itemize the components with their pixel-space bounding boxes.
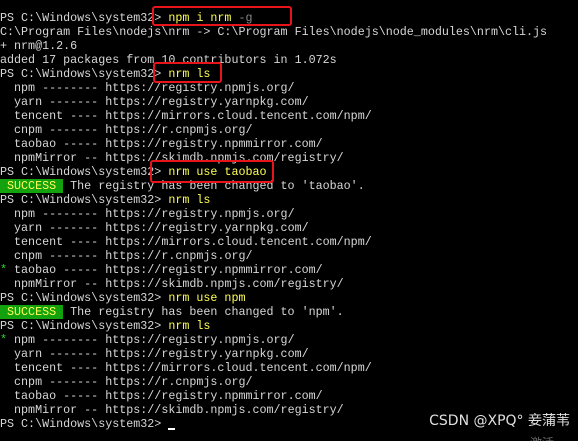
prompt: PS C:\Windows\system32>: [0, 417, 169, 431]
registry-row: taobao ----- https://registry.npmmirror.…: [0, 137, 323, 151]
terminal-window[interactable]: PS C:\Windows\system32> npm i nrm -g C:\…: [0, 0, 578, 441]
current-marker: [0, 347, 14, 361]
registry-row: tencent ---- https://mirrors.cloud.tence…: [0, 361, 372, 375]
prompt-line[interactable]: PS C:\Windows\system32>: [0, 417, 176, 431]
prompt: PS C:\Windows\system32>: [0, 193, 169, 207]
current-marker: [0, 207, 14, 221]
registry-text: tencent ---- https://mirrors.cloud.tence…: [14, 235, 372, 249]
registry-text: tencent ---- https://mirrors.cloud.tence…: [14, 361, 372, 375]
prompt-line: PS C:\Windows\system32> nrm ls: [0, 193, 210, 207]
current-marker: [0, 221, 14, 235]
prompt-line: PS C:\Windows\system32> nrm use npm: [0, 291, 245, 305]
prompt: PS C:\Windows\system32>: [0, 11, 169, 25]
registry-row: npmMirror -- https://skimdb.npmjs.com/re…: [0, 277, 344, 291]
current-marker: [0, 277, 14, 291]
current-marker: *: [0, 333, 15, 347]
registry-row: tencent ---- https://mirrors.cloud.tence…: [0, 235, 372, 249]
command-text: nrm ls: [168, 319, 211, 333]
registry-row: * taobao ----- https://registry.npmmirro…: [0, 263, 323, 277]
success-badge: SUCCESS: [0, 179, 64, 193]
current-marker: [0, 403, 14, 417]
success-line: SUCCESS The registry has been changed to…: [0, 305, 344, 319]
highlight-box: [152, 6, 292, 26]
cursor: [168, 428, 176, 430]
registry-row: yarn ------- https://registry.yarnpkg.co…: [0, 221, 309, 235]
command-text: nrm ls: [168, 193, 211, 207]
success-message: The registry has been changed to 'npm'.: [63, 305, 344, 319]
registry-row: npmMirror -- https://skimdb.npmjs.com/re…: [0, 403, 344, 417]
registry-text: taobao ----- https://registry.npmmirror.…: [14, 389, 323, 403]
prompt: PS C:\Windows\system32>: [0, 67, 169, 81]
registry-row: yarn ------- https://registry.yarnpkg.co…: [0, 95, 309, 109]
registry-row: yarn ------- https://registry.yarnpkg.co…: [0, 347, 309, 361]
highlight-box: [150, 160, 274, 183]
registry-row: taobao ----- https://registry.npmmirror.…: [0, 389, 323, 403]
registry-row: cnpm ------- https://r.cnpmjs.org/: [0, 375, 253, 389]
csdn-watermark: CSDN @XPQ° 妾蒲苇: [429, 413, 570, 429]
highlight-box: [153, 62, 222, 83]
command-text: nrm use npm: [168, 291, 246, 305]
current-marker: [0, 375, 14, 389]
output-line: C:\Program Files\nodejs\nrm -> C:\Progra…: [0, 25, 548, 39]
registry-text: npm -------- https://registry.npmjs.org/: [14, 333, 295, 347]
registry-text: cnpm ------- https://r.cnpmjs.org/: [14, 249, 253, 263]
output-line: + nrm@1.2.6: [0, 39, 78, 53]
current-marker: [0, 235, 14, 249]
current-marker: [0, 249, 14, 263]
registry-row: cnpm ------- https://r.cnpmjs.org/: [0, 249, 253, 263]
current-marker: [0, 361, 14, 375]
prompt: PS C:\Windows\system32>: [0, 319, 169, 333]
prompt: PS C:\Windows\system32>: [0, 291, 169, 305]
current-marker: *: [0, 263, 15, 277]
prompt: PS C:\Windows\system32>: [0, 165, 169, 179]
registry-row: npm -------- https://registry.npmjs.org/: [0, 207, 295, 221]
registry-text: npm -------- https://registry.npmjs.org/: [14, 207, 295, 221]
current-marker: [0, 389, 14, 403]
registry-text: yarn ------- https://registry.yarnpkg.co…: [14, 221, 309, 235]
registry-row: tencent ---- https://mirrors.cloud.tence…: [0, 109, 372, 123]
activation-watermark: 激活: [530, 434, 554, 441]
registry-text: npmMirror -- https://skimdb.npmjs.com/re…: [14, 277, 344, 291]
registry-text: cnpm ------- https://r.cnpmjs.org/: [14, 375, 253, 389]
registry-row: cnpm ------- https://r.cnpmjs.org/: [0, 123, 253, 137]
registry-row: npm -------- https://registry.npmjs.org/: [0, 81, 295, 95]
prompt-line: PS C:\Windows\system32> nrm ls: [0, 319, 210, 333]
registry-text: yarn ------- https://registry.yarnpkg.co…: [14, 347, 309, 361]
registry-text: taobao ----- https://registry.npmmirror.…: [14, 263, 323, 277]
registry-row: * npm -------- https://registry.npmjs.or…: [0, 333, 295, 347]
registry-text: npmMirror -- https://skimdb.npmjs.com/re…: [14, 403, 344, 417]
success-badge: SUCCESS: [0, 305, 64, 319]
